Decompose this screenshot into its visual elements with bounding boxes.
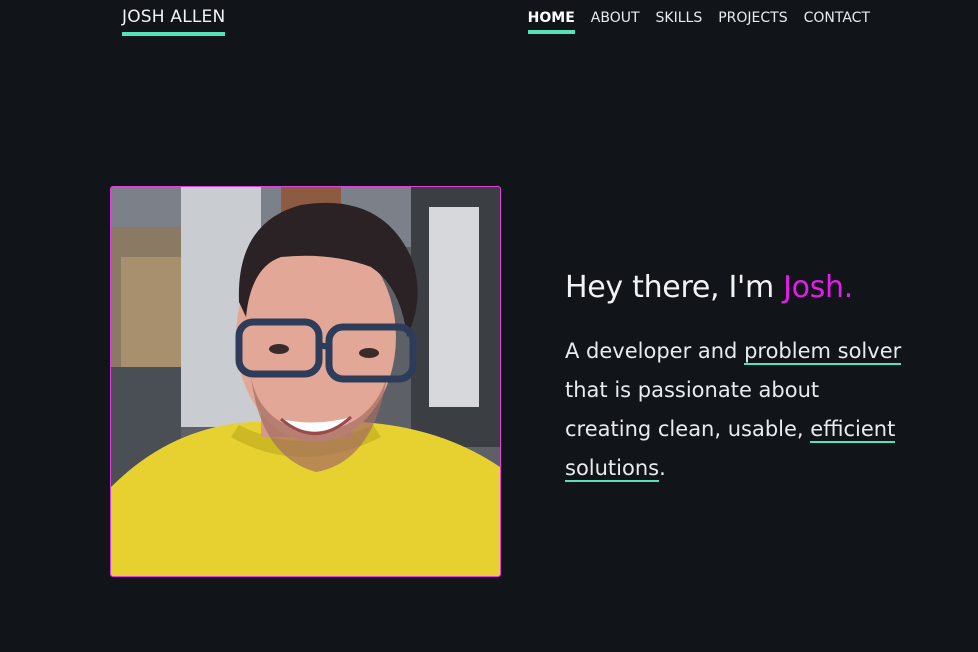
nav-about[interactable]: ABOUT	[591, 8, 640, 30]
hero-description: A developer and problem solver that is p…	[565, 332, 905, 488]
hero-text: Hey there, I'm Josh. A developer and pro…	[565, 268, 905, 488]
profile-photo-illustration	[111, 187, 500, 576]
nav-projects[interactable]: PROJECTS	[718, 8, 787, 30]
hero-heading: Hey there, I'm Josh.	[565, 268, 905, 308]
nav-skills[interactable]: SKILLS	[656, 8, 703, 30]
nav-home[interactable]: HOME	[527, 8, 575, 34]
hero-desc-part2: that is passionate about creating clean,…	[565, 378, 820, 441]
profile-photo	[110, 186, 501, 577]
nav-contact[interactable]: CONTACT	[804, 8, 870, 30]
problem-solver-link[interactable]: problem solver	[744, 339, 902, 365]
hero-desc-part3: .	[659, 456, 666, 480]
main-nav: HOME ABOUT SKILLS PROJECTS CONTACT	[527, 8, 870, 34]
hero-name: Josh.	[783, 270, 853, 305]
brand-logo[interactable]: JOSH ALLEN	[122, 6, 226, 36]
hero-greeting: Hey there, I'm	[565, 270, 784, 305]
hero-desc-part1: A developer and	[565, 339, 745, 363]
